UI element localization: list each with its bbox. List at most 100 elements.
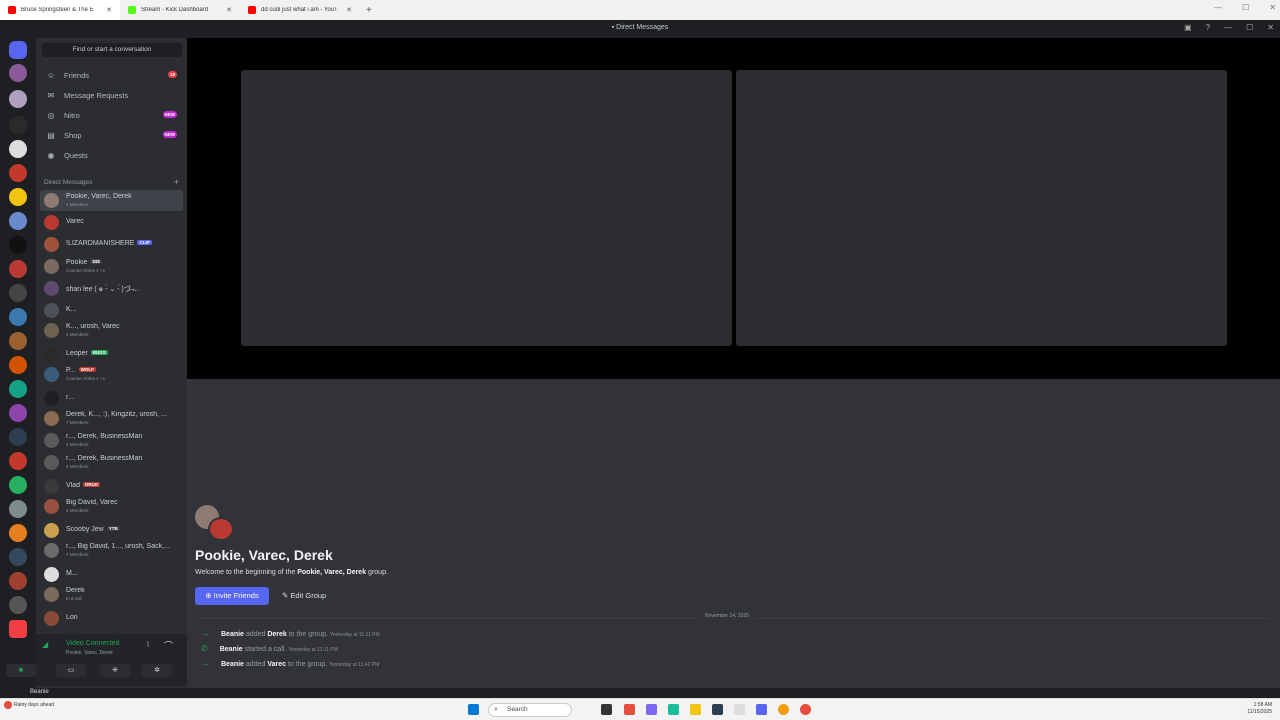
dm-item[interactable]: r..., Big David, 1..., urosh, Sack,... 7 … [40,540,183,561]
activity-button[interactable]: ⁜ [100,664,130,677]
dm-item[interactable]: Pookie, Varec, Derek 4 Members [40,190,183,211]
start-icon[interactable] [468,704,479,715]
dm-item[interactable]: r..., Derek, BusinessMan 4 Members [40,430,183,451]
browser-tab[interactable]: Stream - Kick Dashboard ✕ [120,0,240,20]
weather-widget[interactable]: Rainy days ahead [14,702,54,708]
noise-suppression-icon[interactable]: ⌇ [146,640,150,649]
disconnect-icon[interactable]: ⌒ [164,639,173,652]
app-icon[interactable] [734,704,745,715]
discord-icon[interactable] [756,704,767,715]
dm-item[interactable]: Big David, Varec 3 Members [40,496,183,517]
dm-item[interactable]: Varec [40,212,183,233]
nav-item-friends[interactable]: ☺ Friends 18 [40,66,183,84]
dm-item[interactable]: P... WOLF Counter-Strike 2 +1 [40,364,183,385]
server-icon[interactable] [9,620,27,638]
nav-item-message-requests[interactable]: ✉ Message Requests [40,86,183,104]
video-tile[interactable] [736,70,1227,346]
server-icon[interactable] [9,212,27,230]
taskbar-search[interactable]: ⌕ Search [488,703,572,717]
browser-tab[interactable]: Bruce Springsteen & The E ✕ [0,0,120,20]
browser-tab[interactable]: dd cudi just what i am - YouTu ✕ [240,0,360,20]
invite-friends-button[interactable]: ⊕ Invite Friends [195,587,269,605]
dm-item[interactable]: Lon [40,608,183,629]
server-icon[interactable] [9,164,27,182]
nav-item-quests[interactable]: ◉ Quests [40,146,183,164]
server-icon[interactable] [9,476,27,494]
dm-item[interactable]: r... [40,388,183,409]
server-icon[interactable] [9,308,27,326]
server-icon[interactable] [9,524,27,542]
edge-icon[interactable] [668,704,679,715]
server-icon[interactable] [9,428,27,446]
clock[interactable]: 1:58 AM 11/15/2025 [1247,702,1272,716]
app-icon[interactable] [712,704,723,715]
server-icon[interactable] [9,500,27,518]
create-dm-icon[interactable]: + [174,177,179,187]
server-icon[interactable] [9,64,27,82]
server-icon[interactable] [9,356,27,374]
dm-item[interactable]: shan lee ( ๑ -̀ ⌄ -́ )づ ̶̶̶̶̶̶̶... [40,278,183,299]
screen-share-button[interactable]: ▭ [56,664,86,677]
dm-item[interactable]: Leoper RUGS [40,344,183,365]
video-tile[interactable] [241,70,732,346]
dm-item[interactable]: M... [40,564,183,585]
server-icon[interactable] [9,452,27,470]
voice-channel[interactable]: Pookie, Varec, Derek [66,650,113,656]
minimize-icon[interactable]: — [1224,23,1232,32]
minimize-icon[interactable]: — [1214,3,1222,12]
edit-group-button[interactable]: ✎ Edit Group [282,587,326,605]
chrome-icon[interactable] [778,704,789,715]
close-icon[interactable]: ✕ [1267,23,1274,32]
close-icon[interactable]: ✕ [1269,3,1276,12]
new-tab-button[interactable]: + [360,5,378,16]
server-icon[interactable] [9,548,27,566]
dm-item[interactable]: K... [40,300,183,321]
server-icon[interactable] [9,90,27,108]
date-divider-label: November 14, 2025 [699,613,755,619]
welcome-text: Welcome to the beginning of the Pookie, … [195,569,388,576]
dm-item[interactable]: Vlad DRUG [40,476,183,497]
camera-button[interactable]: ■ [6,664,36,677]
username[interactable]: Beanie [30,689,49,695]
server-icon[interactable] [9,596,27,614]
dm-item[interactable]: Derek In a call [40,584,183,605]
home-icon[interactable] [9,41,27,59]
server-icon[interactable] [9,116,27,134]
dm-item[interactable]: Scooby Jew YTB [40,520,183,541]
dm-item[interactable]: !LIZARDMANISHERE CLIP [40,234,183,255]
folder-icon[interactable] [690,704,701,715]
dm-item[interactable]: Derek, K..., :), Kingzitz, urosh, ... 7 M… [40,408,183,429]
server-icon[interactable] [9,572,27,590]
server-icon[interactable] [9,188,27,206]
message-actor[interactable]: Beanie [220,646,243,653]
nav-item-nitro[interactable]: ◎ Nitro NEW [40,106,183,124]
server-icon[interactable] [9,332,27,350]
server-icon[interactable] [9,284,27,302]
close-tab-icon[interactable]: ✕ [346,6,352,14]
help-icon[interactable]: ? [1206,23,1210,32]
dm-item[interactable]: K..., urosh, Varec 4 Members [40,320,183,341]
server-icon[interactable] [9,260,27,278]
close-tab-icon[interactable]: ✕ [106,6,112,14]
dm-item[interactable]: Pookie $$$ Counter-Strike 2 +1 [40,256,183,277]
message-actor[interactable]: Beanie [221,661,244,668]
maximize-icon[interactable]: ☐ [1246,23,1253,32]
message-target[interactable]: Derek [267,631,286,638]
search-input[interactable]: Find or start a conversation [42,43,182,57]
soundboard-button[interactable]: ✲ [142,664,172,677]
close-tab-icon[interactable]: ✕ [226,6,232,14]
nav-item-shop[interactable]: ▤ Shop NEW [40,126,183,144]
server-icon[interactable] [9,140,27,158]
dm-item[interactable]: r..., Derek, BusinessMan 4 Members [40,452,183,473]
app-icon[interactable] [646,704,657,715]
server-icon[interactable] [9,236,27,254]
inbox-icon[interactable]: ▣ [1184,23,1192,32]
message-actor[interactable]: Beanie [221,631,244,638]
server-icon[interactable] [9,404,27,422]
app-icon[interactable] [624,704,635,715]
app-icon[interactable] [800,704,811,715]
message-target[interactable]: Varec [267,661,286,668]
maximize-icon[interactable]: ☐ [1242,3,1249,12]
task-view-icon[interactable] [601,704,612,715]
server-icon[interactable] [9,380,27,398]
